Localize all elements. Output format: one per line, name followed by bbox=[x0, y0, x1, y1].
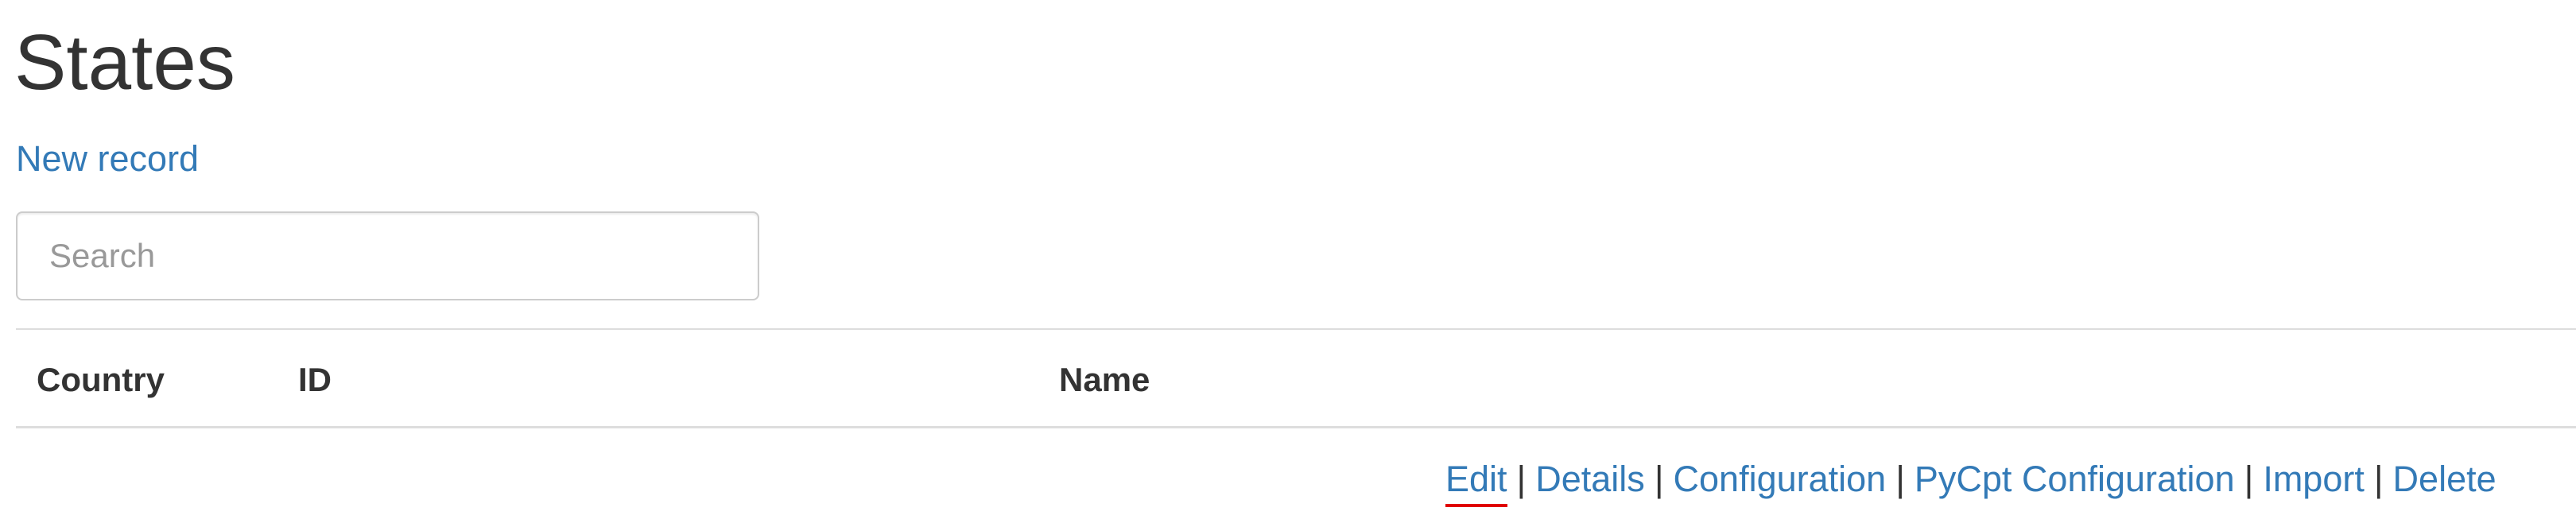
column-header-name[interactable]: Name bbox=[1059, 358, 1150, 401]
details-link[interactable]: Details bbox=[1535, 459, 1645, 499]
column-header-id[interactable]: ID bbox=[298, 358, 332, 401]
pycpt-configuration-link[interactable]: PyCpt Configuration bbox=[1915, 459, 2235, 499]
table-header: Country ID Name bbox=[16, 328, 2576, 428]
configuration-link[interactable]: Configuration bbox=[1674, 459, 1887, 499]
delete-link[interactable]: Delete bbox=[2393, 459, 2496, 499]
search-input[interactable] bbox=[16, 211, 759, 300]
action-separator: | bbox=[2373, 459, 2384, 499]
row-actions: Edit | Details | Configuration | PyCpt Configu… bbox=[1445, 455, 2496, 507]
records-table: Country ID Name Edit | Details | Configurati… bbox=[16, 328, 2576, 507]
edit-link[interactable]: Edit bbox=[1445, 459, 1507, 507]
action-separator: | bbox=[1516, 459, 1527, 499]
action-separator: | bbox=[1654, 459, 1664, 499]
column-header-country[interactable]: Country bbox=[37, 358, 165, 401]
page-title: States bbox=[14, 18, 235, 106]
import-link[interactable]: Import bbox=[2263, 459, 2365, 499]
new-record-link[interactable]: New record bbox=[16, 137, 199, 181]
page: States New record Country ID Name Edit|D… bbox=[0, 0, 2576, 523]
action-separator: | bbox=[2244, 459, 2254, 499]
action-separator: | bbox=[1895, 459, 1905, 499]
